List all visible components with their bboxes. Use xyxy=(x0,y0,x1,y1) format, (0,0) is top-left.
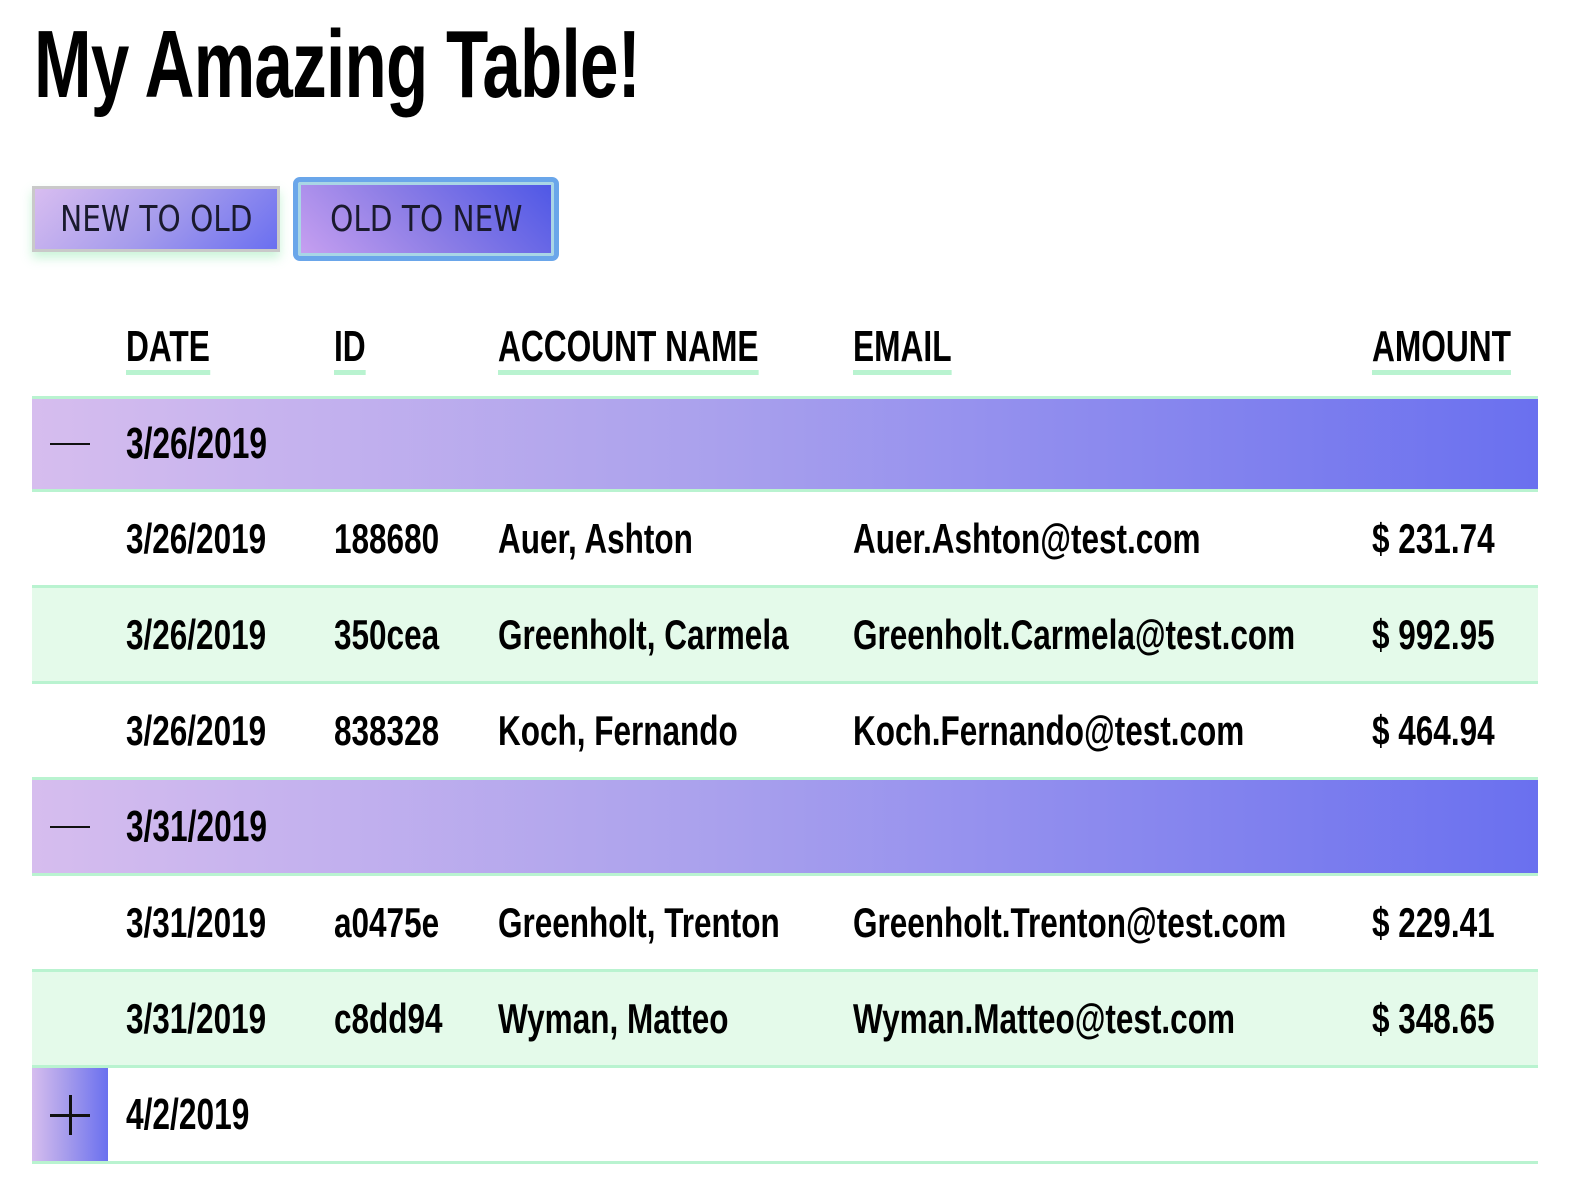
cell-amount: $ 231.74 xyxy=(1372,514,1495,562)
cell-amount: $ 229.41 xyxy=(1372,898,1495,946)
column-header-id[interactable]: ID xyxy=(334,322,378,375)
cell-date: 3/26/2019 xyxy=(126,610,267,658)
cell-email: Greenholt.Trenton@test.com xyxy=(853,898,1287,946)
group-row: 3/26/2019 xyxy=(32,396,1538,492)
collapse-group-button[interactable] xyxy=(32,399,108,489)
group-row: 3/31/2019 xyxy=(32,780,1538,876)
table-row: 3/26/2019 188680 Auer, Ashton Auer.Ashto… xyxy=(32,492,1538,588)
table-row: 3/26/2019 350cea Greenholt, Carmela Gree… xyxy=(32,588,1538,684)
cell-amount: $ 464.94 xyxy=(1372,706,1495,754)
cell-account-name: Wyman, Matteo xyxy=(498,994,729,1042)
plus-icon xyxy=(50,1094,90,1135)
column-header-email[interactable]: EMAIL xyxy=(853,322,990,375)
cell-date: 3/31/2019 xyxy=(126,898,267,946)
cell-amount: $ 992.95 xyxy=(1372,610,1495,658)
group-date: 3/26/2019 xyxy=(126,419,267,468)
sort-new-to-old-label: NEW TO OLD xyxy=(59,198,253,240)
column-header-date[interactable]: DATE xyxy=(126,322,243,375)
group-row: 4/2/2019 xyxy=(32,1068,1538,1164)
cell-email: Greenholt.Carmela@test.com xyxy=(853,610,1296,658)
group-date: 3/31/2019 xyxy=(126,801,267,851)
cell-email: Wyman.Matteo@test.com xyxy=(853,994,1235,1042)
column-header-account-name[interactable]: ACCOUNT NAME xyxy=(498,322,860,375)
table-row: 3/26/2019 838328 Koch, Fernando Koch.Fer… xyxy=(32,684,1538,780)
cell-account-name: Greenholt, Trenton xyxy=(498,898,780,946)
cell-id: c8dd94 xyxy=(334,994,443,1042)
sort-old-to-new-button[interactable]: OLD TO NEW xyxy=(293,177,559,261)
cell-id: 188680 xyxy=(334,514,440,562)
table-header: DATE ID ACCOUNT NAME EMAIL AMOUNT xyxy=(32,300,1538,396)
cell-account-name: Koch, Fernando xyxy=(498,706,738,754)
cell-date: 3/31/2019 xyxy=(126,994,267,1042)
cell-email: Koch.Fernando@test.com xyxy=(853,706,1245,754)
cell-amount: $ 348.65 xyxy=(1372,994,1495,1042)
cell-id: 838328 xyxy=(334,706,440,754)
minus-icon xyxy=(50,825,90,828)
cell-account-name: Auer, Ashton xyxy=(498,514,693,562)
cell-date: 3/26/2019 xyxy=(126,514,267,562)
minus-icon xyxy=(50,443,90,445)
transactions-table: DATE ID ACCOUNT NAME EMAIL AMOUNT 3/26/2… xyxy=(32,300,1538,1164)
table-row: 3/31/2019 a0475e Greenholt, Trenton Gree… xyxy=(32,876,1538,972)
column-header-amount[interactable]: AMOUNT xyxy=(1372,322,1565,375)
sort-new-to-old-button[interactable]: NEW TO OLD xyxy=(32,186,280,252)
table-row: 3/31/2019 c8dd94 Wyman, Matteo Wyman.Mat… xyxy=(32,972,1538,1068)
collapse-group-button[interactable] xyxy=(32,780,108,873)
cell-id: a0475e xyxy=(334,898,440,946)
cell-email: Auer.Ashton@test.com xyxy=(853,514,1201,562)
page-title: My Amazing Table! xyxy=(34,11,641,118)
expand-group-button[interactable] xyxy=(32,1068,108,1161)
cell-date: 3/26/2019 xyxy=(126,706,267,754)
group-date: 4/2/2019 xyxy=(126,1089,250,1139)
sort-old-to-new-label: OLD TO NEW xyxy=(329,198,523,240)
cell-id: 350cea xyxy=(334,610,440,658)
cell-account-name: Greenholt, Carmela xyxy=(498,610,789,658)
